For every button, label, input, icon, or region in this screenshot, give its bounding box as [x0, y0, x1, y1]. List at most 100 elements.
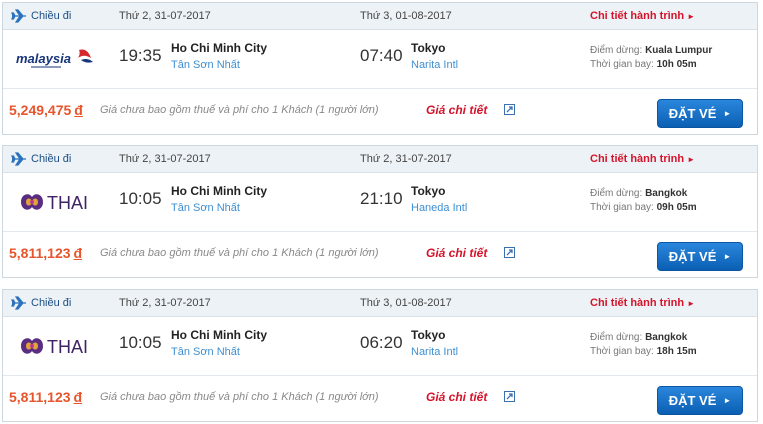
flight-result-card: Chiều đi Thứ 2, 31-07-2017 Thứ 3, 01-08-…: [2, 289, 758, 422]
fare-details-link[interactable]: Giá chi tiết: [426, 390, 487, 404]
duration-info: Thời gian bay: 10h 05m: [590, 59, 697, 70]
stopover-value: Bangkok: [645, 188, 688, 199]
flight-results-list: Chiều đi Thứ 2, 31-07-2017 Thứ 3, 01-08-…: [0, 0, 763, 424]
departure-date: Thứ 2, 31-07-2017: [119, 10, 211, 22]
airline-logo-text: THAI: [47, 193, 88, 213]
price-row: 5,811,123 đ Giá chưa bao gồm thuế và phí …: [3, 377, 757, 421]
arrival-time: 21:10: [360, 189, 403, 208]
stopover-info: Điểm dừng: Bangkok: [590, 332, 687, 343]
price-note: Giá chưa bao gồm thuế và phí cho 1 Khách…: [100, 104, 379, 116]
arrival-date: Thứ 3, 01-08-2017: [360, 10, 452, 22]
flight-result-card: Chiều đi Thứ 2, 31-07-2017 Thứ 3, 01-08-…: [2, 2, 758, 135]
arrival-date: Thứ 2, 31-07-2017: [360, 153, 452, 165]
stopover-label: Điểm dừng:: [590, 45, 643, 56]
departure-airport: Tân Sơn Nhất: [171, 202, 240, 214]
itinerary-details-link[interactable]: Chi tiết hành trình ►: [590, 10, 695, 22]
arrival-date: Thứ 3, 01-08-2017: [360, 297, 452, 309]
book-button[interactable]: ĐẶT VÉ ►: [657, 99, 743, 128]
arrival-airport: Narita Intl: [411, 59, 459, 71]
price: 5,249,475 đ: [9, 102, 83, 118]
duration-label: Thời gian bay:: [590, 59, 654, 70]
plane-icon: [11, 152, 26, 166]
price: 5,811,123 đ: [9, 245, 82, 261]
arrival-city: Tokyo: [411, 184, 446, 198]
duration-label: Thời gian bay:: [590, 202, 654, 213]
flight-row: malaysia 19:35 Ho Chi Minh City Tân Sơn …: [3, 30, 757, 89]
external-link-icon[interactable]: [504, 104, 515, 115]
stopover-label: Điểm dừng:: [590, 188, 643, 199]
price-amount: 5,811,123: [9, 389, 71, 405]
caret-right-icon: ►: [687, 155, 696, 164]
caret-right-icon: ►: [723, 109, 732, 118]
currency-symbol: đ: [74, 102, 83, 118]
stopover-label: Điểm dừng:: [590, 332, 643, 343]
arrival-city: Tokyo: [411, 328, 446, 342]
departure-city: Ho Chi Minh City: [171, 184, 267, 198]
airline-logo-text: malaysia: [16, 51, 71, 66]
airline-logo-text: THAI: [47, 337, 88, 357]
itinerary-details-label: Chi tiết hành trình: [590, 153, 685, 165]
plane-icon: [11, 296, 26, 310]
arrival-airport: Narita Intl: [411, 346, 459, 358]
itinerary-details-link[interactable]: Chi tiết hành trình ►: [590, 153, 695, 165]
fare-details-link[interactable]: Giá chi tiết: [426, 246, 487, 260]
arrival-time: 06:20: [360, 333, 403, 352]
card-header: Chiều đi Thứ 2, 31-07-2017 Thứ 3, 01-08-…: [3, 290, 757, 317]
stopover-value: Bangkok: [645, 332, 688, 343]
price: 5,811,123 đ: [9, 389, 82, 405]
flight-row: THAI 10:05 Ho Chi Minh City Tân Sơn Nhất…: [3, 317, 757, 376]
price-note: Giá chưa bao gồm thuế và phí cho 1 Khách…: [100, 247, 379, 259]
external-link-icon[interactable]: [504, 391, 515, 402]
airline-logo-malaysia: malaysia: [13, 40, 98, 78]
currency-symbol: đ: [73, 245, 83, 261]
duration-info: Thời gian bay: 18h 15m: [590, 346, 697, 357]
direction-label: Chiều đi: [31, 297, 72, 309]
arrival-airport: Haneda Intl: [411, 202, 468, 214]
fare-details-link[interactable]: Giá chi tiết: [426, 103, 487, 117]
direction-label: Chiều đi: [31, 10, 72, 22]
book-button[interactable]: ĐẶT VÉ ►: [657, 386, 743, 415]
caret-right-icon: ►: [687, 299, 696, 308]
book-button[interactable]: ĐẶT VÉ ►: [657, 242, 743, 271]
duration-label: Thời gian bay:: [590, 346, 654, 357]
airline-logo-thai: THAI: [13, 183, 98, 221]
itinerary-details-link[interactable]: Chi tiết hành trình ►: [590, 297, 695, 309]
departure-time: 10:05: [119, 333, 162, 352]
price-row: 5,249,475 đ Giá chưa bao gồm thuế và phí …: [3, 90, 757, 134]
stopover-info: Điểm dừng: Kuala Lumpur: [590, 45, 712, 56]
external-link-icon[interactable]: [504, 247, 515, 258]
card-header: Chiều đi Thứ 2, 31-07-2017 Thứ 2, 31-07-…: [3, 146, 757, 173]
flight-row: THAI 10:05 Ho Chi Minh City Tân Sơn Nhất…: [3, 173, 757, 232]
duration-info: Thời gian bay: 09h 05m: [590, 202, 697, 213]
price-amount: 5,811,123: [9, 245, 71, 261]
caret-right-icon: ►: [723, 252, 732, 261]
direction-label: Chiều đi: [31, 153, 72, 165]
itinerary-details-label: Chi tiết hành trình: [590, 10, 685, 22]
itinerary-details-label: Chi tiết hành trình: [590, 297, 685, 309]
caret-right-icon: ►: [723, 396, 732, 405]
departure-date: Thứ 2, 31-07-2017: [119, 153, 211, 165]
book-button-label: ĐẶT VÉ: [668, 249, 717, 264]
duration-value: 18h 15m: [656, 346, 697, 357]
departure-city: Ho Chi Minh City: [171, 41, 267, 55]
departure-airport: Tân Sơn Nhất: [171, 59, 240, 71]
plane-icon: [11, 9, 26, 23]
currency-symbol: đ: [73, 389, 83, 405]
departure-time: 10:05: [119, 189, 162, 208]
arrival-city: Tokyo: [411, 41, 446, 55]
book-button-label: ĐẶT VÉ: [668, 393, 717, 408]
stopover-info: Điểm dừng: Bangkok: [590, 188, 687, 199]
stopover-value: Kuala Lumpur: [645, 45, 713, 56]
duration-value: 10h 05m: [656, 59, 697, 70]
airline-logo-thai: THAI: [13, 327, 98, 365]
card-header: Chiều đi Thứ 2, 31-07-2017 Thứ 3, 01-08-…: [3, 3, 757, 30]
departure-city: Ho Chi Minh City: [171, 328, 267, 342]
duration-value: 09h 05m: [656, 202, 697, 213]
price-row: 5,811,123 đ Giá chưa bao gồm thuế và phí …: [3, 233, 757, 277]
book-button-label: ĐẶT VÉ: [668, 106, 717, 121]
departure-airport: Tân Sơn Nhất: [171, 346, 240, 358]
departure-time: 19:35: [119, 46, 162, 65]
arrival-time: 07:40: [360, 46, 403, 65]
departure-date: Thứ 2, 31-07-2017: [119, 297, 211, 309]
price-amount: 5,249,475: [9, 102, 72, 118]
